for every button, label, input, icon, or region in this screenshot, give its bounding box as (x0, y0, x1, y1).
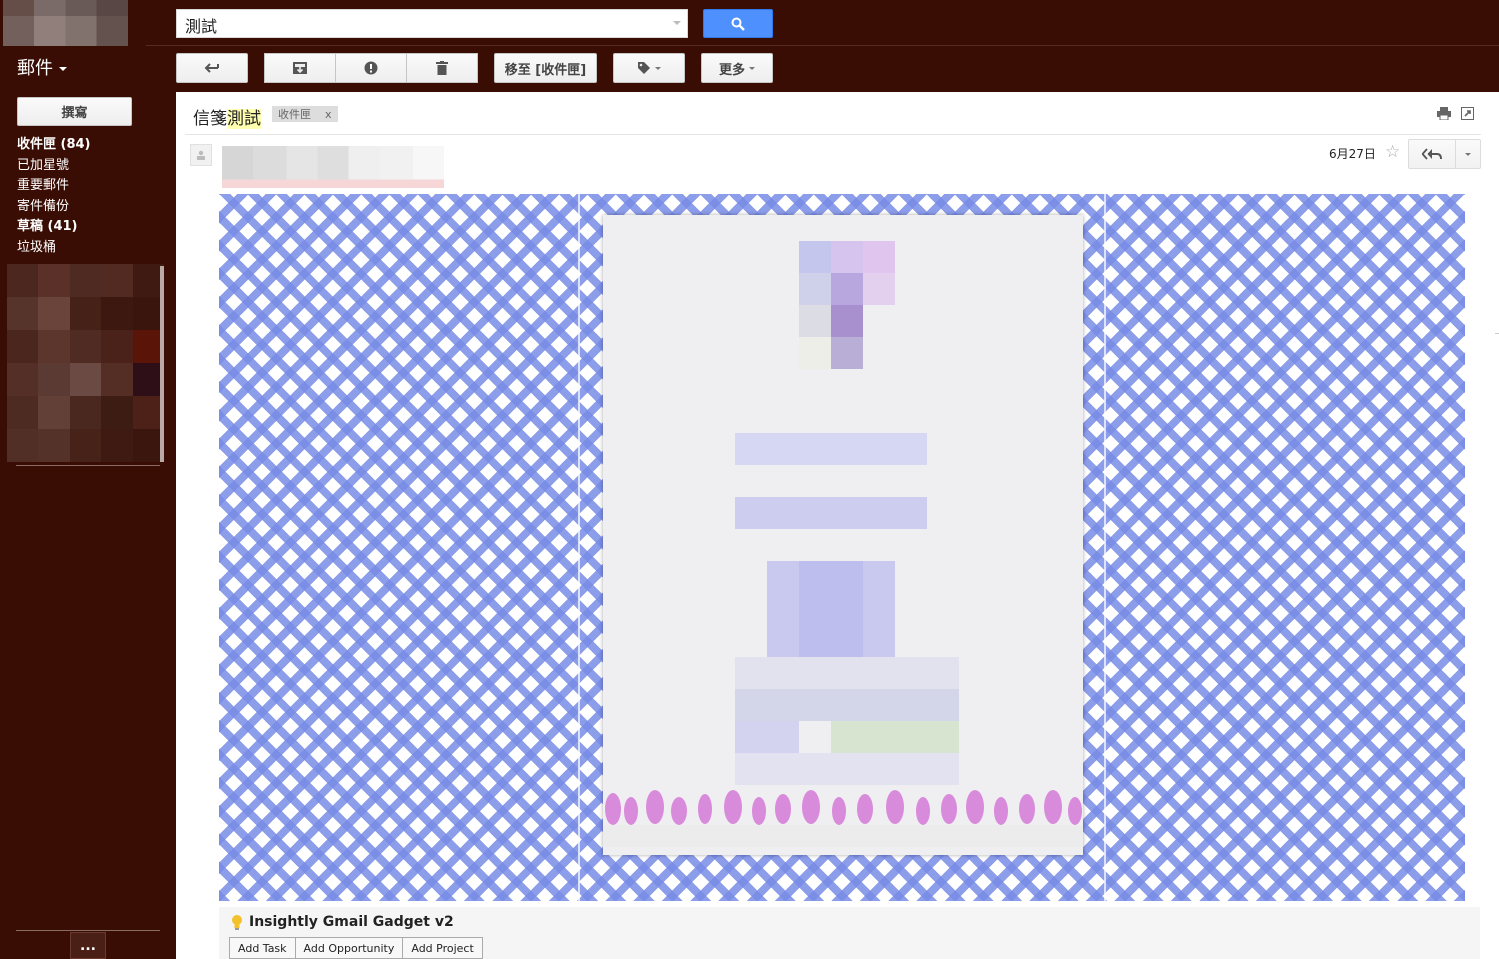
search-options-caret-icon[interactable] (673, 21, 681, 25)
sidebar-labels-blurred (7, 264, 164, 462)
sidebar-divider (16, 465, 160, 466)
chevron-down-icon (749, 66, 755, 70)
chevron-down-icon (655, 66, 661, 70)
label-chip-text: 收件匣 (278, 108, 311, 121)
more-actions-label: 更多 (718, 62, 745, 78)
search-icon (731, 17, 745, 31)
report-spam-icon (364, 61, 378, 75)
delete-button[interactable] (406, 53, 478, 83)
inbox-label-chip[interactable]: 收件匣 x (272, 106, 338, 122)
new-window-icon[interactable] (1461, 107, 1474, 120)
subject-search-highlight: 測試 (227, 109, 261, 129)
account-logo-blurred (3, 0, 128, 46)
insightly-gadget: Insightly Gmail Gadget v2 Add Task Add O… (219, 907, 1480, 959)
subject-prefix: 信箋 (193, 109, 227, 129)
stationery-paper-blurred (603, 215, 1083, 855)
archive-icon (293, 62, 307, 74)
message-actions-group (264, 53, 478, 83)
chevron-down-icon (59, 67, 67, 71)
subject-divider (185, 134, 1481, 135)
tulip-border-decoration (603, 790, 1083, 847)
labels-button[interactable] (613, 53, 685, 83)
labels-scrollbar[interactable] (160, 266, 164, 462)
move-to-label: 移至 [收件匣] (504, 62, 587, 78)
mail-app-switcher[interactable]: 郵件 (17, 54, 67, 80)
sidebar-nav: 收件匣 (84) 已加星號 重要郵件 寄件備份 草稿 (41) 垃圾桶 (17, 135, 167, 258)
add-opportunity-button[interactable]: Add Opportunity (294, 937, 404, 959)
more-reply-options-button[interactable] (1456, 140, 1480, 168)
compose-button[interactable]: 撰寫 (17, 97, 132, 126)
add-task-button[interactable]: Add Task (229, 937, 296, 959)
move-to-button[interactable]: 移至 [收件匣] (494, 53, 597, 83)
back-arrow-icon (204, 63, 219, 73)
reply-all-button[interactable] (1409, 140, 1456, 168)
trash-icon (436, 61, 448, 75)
chevron-down-icon (1465, 152, 1471, 156)
print-icon[interactable] (1437, 107, 1451, 120)
search-button[interactable] (703, 9, 773, 38)
report-spam-button[interactable] (335, 53, 407, 83)
edge-marker (1495, 333, 1499, 334)
compose-label: 撰寫 (61, 106, 88, 121)
sidebar-item-inbox[interactable]: 收件匣 (84) (17, 135, 167, 156)
message-subject: 信箋測試 (193, 104, 261, 129)
add-project-button[interactable]: Add Project (402, 937, 483, 959)
mail-label-text: 郵件 (17, 58, 53, 79)
sidebar-more-label: ... (80, 937, 96, 954)
header-divider (146, 45, 1499, 46)
gadget-title: Insightly Gmail Gadget v2 (231, 914, 454, 930)
more-actions-button[interactable]: 更多 (701, 53, 773, 83)
avatar-icon (197, 150, 205, 160)
reply-all-icon (1422, 148, 1442, 160)
remove-label-button[interactable]: x (325, 108, 332, 121)
message-date: 6月27日 (1329, 147, 1376, 161)
gadget-buttons: Add Task Add Opportunity Add Project (229, 937, 483, 959)
message-pane: 信箋測試 收件匣 x 6月27日 ☆ Insightly Gmail Gadge… (176, 92, 1499, 959)
search-input[interactable]: 測試 (176, 9, 688, 38)
sidebar-item-starred[interactable]: 已加星號 (17, 156, 167, 177)
sidebar-item-drafts[interactable]: 草稿 (41) (17, 217, 167, 238)
back-to-list-button[interactable] (176, 53, 248, 83)
sidebar-item-important[interactable]: 重要郵件 (17, 176, 167, 197)
sidebar-item-sent[interactable]: 寄件備份 (17, 197, 167, 218)
email-stationery-image (219, 194, 1465, 901)
sidebar-divider (16, 930, 160, 931)
search-input-value: 測試 (185, 17, 218, 36)
sidebar-item-trash[interactable]: 垃圾桶 (17, 238, 167, 259)
gadget-title-text: Insightly Gmail Gadget v2 (249, 914, 454, 930)
lightbulb-icon (232, 915, 242, 930)
reply-button-group (1408, 139, 1481, 169)
sender-details-blurred (222, 146, 444, 188)
archive-button[interactable] (264, 53, 336, 83)
star-icon[interactable]: ☆ (1385, 142, 1400, 162)
sender-avatar[interactable] (190, 144, 212, 166)
sidebar-more-button[interactable]: ... (70, 932, 106, 959)
tag-icon (638, 62, 650, 74)
